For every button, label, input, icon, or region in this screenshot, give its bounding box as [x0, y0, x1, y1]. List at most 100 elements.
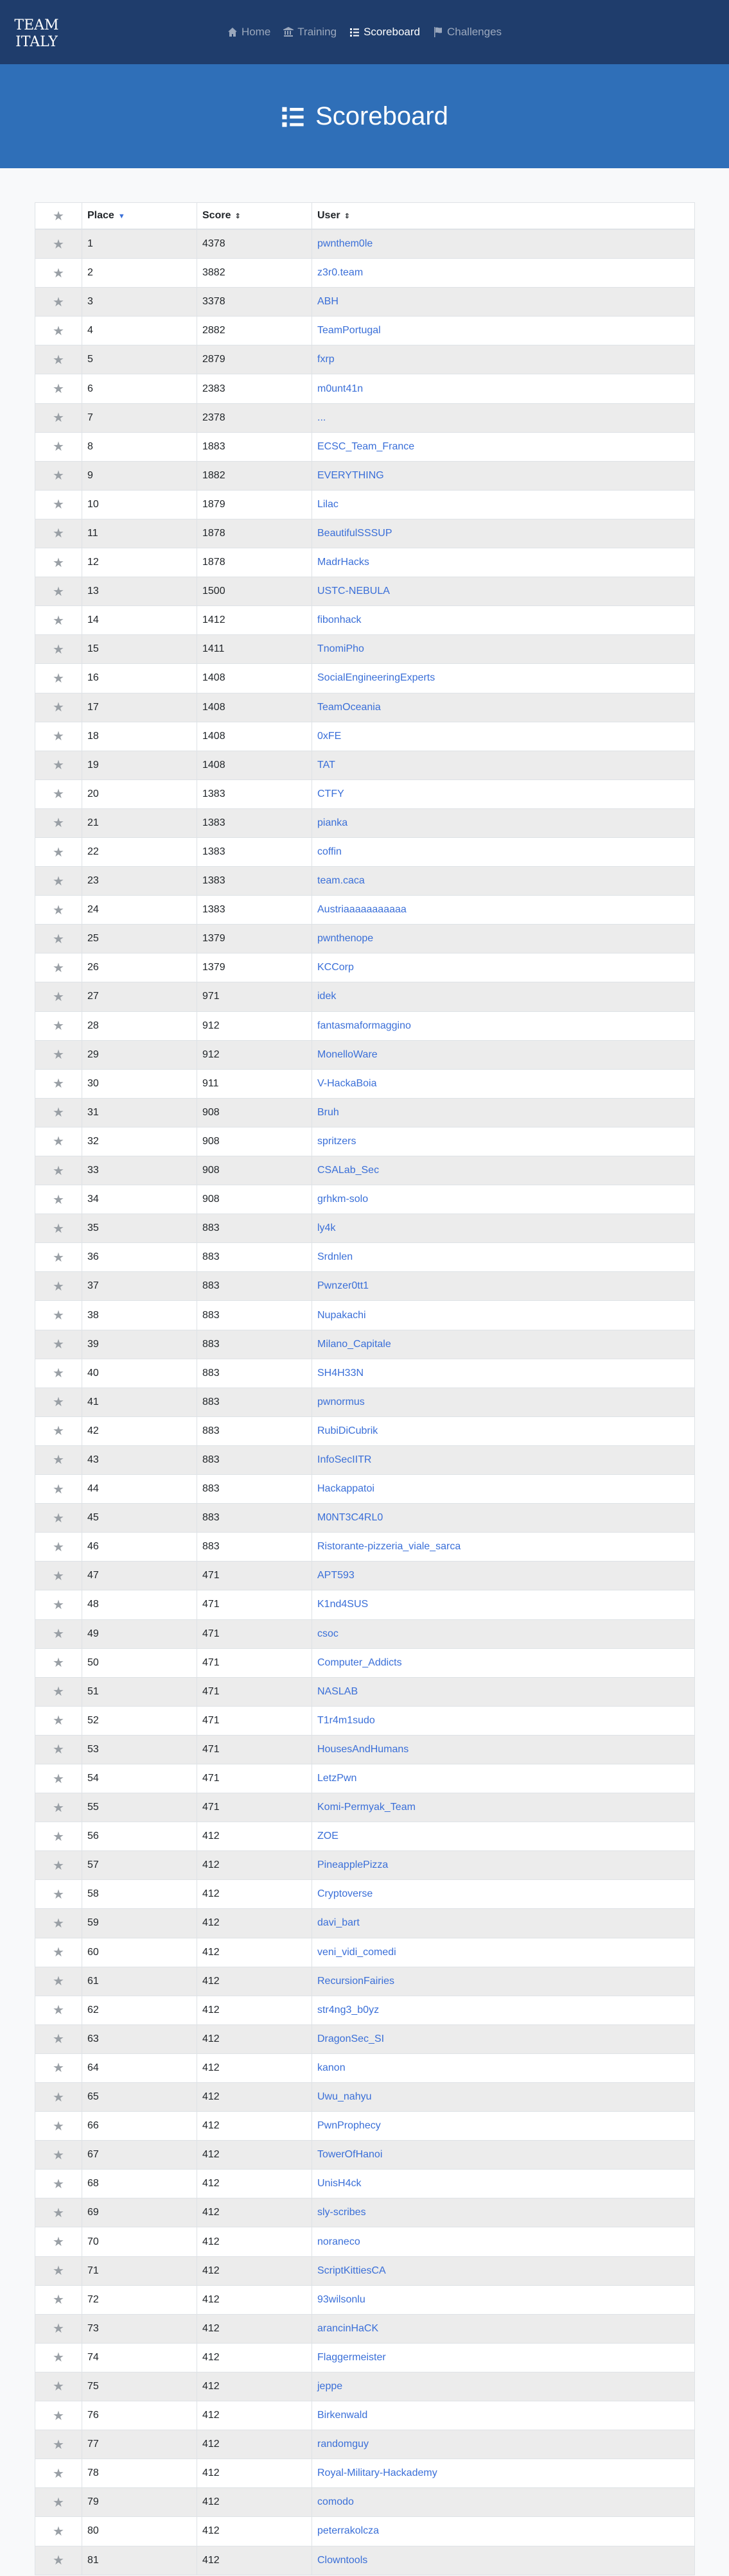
favorite-cell[interactable]: ★ — [35, 634, 82, 664]
star-icon[interactable]: ★ — [53, 2525, 64, 2539]
star-icon[interactable]: ★ — [53, 729, 64, 744]
star-icon[interactable]: ★ — [53, 1627, 64, 1641]
favorite-cell[interactable]: ★ — [35, 548, 82, 577]
star-icon[interactable]: ★ — [53, 2003, 64, 2017]
favorite-cell[interactable]: ★ — [35, 1011, 82, 1041]
star-icon[interactable]: ★ — [53, 932, 64, 946]
user-link[interactable]: grhkm-solo — [317, 1194, 368, 1205]
user-link[interactable]: coffin — [317, 846, 342, 857]
user-link[interactable]: 0xFE — [317, 731, 341, 742]
favorite-cell[interactable]: ★ — [35, 1271, 82, 1301]
star-icon[interactable]: ★ — [53, 1743, 64, 1757]
favorite-cell[interactable]: ★ — [35, 1648, 82, 1678]
team-italy-logo[interactable]: TEAM ITALY — [14, 10, 59, 54]
favorite-cell[interactable]: ★ — [35, 460, 82, 491]
user-link[interactable]: csoc — [317, 1628, 338, 1639]
star-icon[interactable]: ★ — [53, 1337, 64, 1352]
user-link[interactable]: Srdnlen — [317, 1251, 353, 1262]
user-link[interactable]: DragonSec_SI — [317, 2033, 384, 2044]
nav-challenges[interactable]: Challenges — [433, 26, 502, 39]
favorite-cell[interactable]: ★ — [35, 1445, 82, 1475]
user-link[interactable]: fantasmaformaggino — [317, 1020, 411, 1031]
star-icon[interactable]: ★ — [53, 1685, 64, 1699]
favorite-cell[interactable]: ★ — [35, 1155, 82, 1185]
user-link[interactable]: comodo — [317, 2496, 354, 2507]
user-link[interactable]: fibonhack — [317, 614, 362, 625]
favorite-cell[interactable]: ★ — [35, 2545, 82, 2575]
favorite-cell[interactable]: ★ — [35, 779, 82, 809]
star-icon[interactable]: ★ — [53, 295, 64, 309]
favorite-cell[interactable]: ★ — [35, 663, 82, 693]
favorite-cell[interactable]: ★ — [35, 518, 82, 548]
star-icon[interactable]: ★ — [53, 2148, 64, 2163]
favorite-cell[interactable]: ★ — [35, 2082, 82, 2112]
star-icon[interactable]: ★ — [53, 1511, 64, 1526]
star-icon[interactable]: ★ — [53, 990, 64, 1004]
star-icon[interactable]: ★ — [53, 440, 64, 454]
user-link[interactable]: Birkenwald — [317, 2410, 367, 2421]
favorite-cell[interactable]: ★ — [35, 316, 82, 345]
favorite-cell[interactable]: ★ — [35, 866, 82, 896]
nav-scoreboard[interactable]: Scoreboard — [349, 26, 420, 39]
user-column-header[interactable]: User ⇕ — [312, 203, 694, 230]
user-link[interactable]: M0NT3C4RL0 — [317, 1512, 383, 1523]
favorite-cell[interactable]: ★ — [35, 692, 82, 722]
user-link[interactable]: veni_vidi_comedi — [317, 1947, 396, 1958]
star-icon[interactable]: ★ — [53, 2264, 64, 2278]
user-link[interactable]: ABH — [317, 296, 338, 307]
star-icon[interactable]: ★ — [53, 1540, 64, 1554]
favorite-cell[interactable]: ★ — [35, 1879, 82, 1909]
favorite-cell[interactable]: ★ — [35, 2198, 82, 2227]
star-icon[interactable]: ★ — [53, 353, 64, 367]
favorite-cell[interactable]: ★ — [35, 1822, 82, 1851]
favorite-cell[interactable]: ★ — [35, 1966, 82, 1996]
user-link[interactable]: Clowntools — [317, 2555, 367, 2566]
favorite-cell[interactable]: ★ — [35, 721, 82, 751]
favorite-cell[interactable]: ★ — [35, 1763, 82, 1793]
star-icon[interactable]: ★ — [53, 2206, 64, 2220]
favorite-cell[interactable]: ★ — [35, 2516, 82, 2546]
favorite-cell[interactable]: ★ — [35, 431, 82, 462]
user-link[interactable]: team.caca — [317, 875, 365, 886]
user-link[interactable]: kanon — [317, 2062, 346, 2073]
user-link[interactable]: K1nd4SUS — [317, 1599, 368, 1610]
user-link[interactable]: NASLAB — [317, 1686, 358, 1697]
star-icon[interactable]: ★ — [53, 2554, 64, 2568]
star-icon[interactable]: ★ — [53, 1366, 64, 1380]
user-link[interactable]: str4ng3_b0yz — [317, 2005, 379, 2015]
star-icon[interactable]: ★ — [53, 2032, 64, 2046]
user-link[interactable]: TnomiPho — [317, 643, 364, 654]
user-link[interactable]: pwnthenope — [317, 933, 373, 944]
favorite-cell[interactable]: ★ — [35, 1068, 82, 1099]
star-icon[interactable]: ★ — [53, 1280, 64, 1294]
favorite-cell[interactable]: ★ — [35, 1097, 82, 1127]
user-link[interactable]: TeamPortugal — [317, 325, 381, 336]
star-icon[interactable]: ★ — [53, 1222, 64, 1236]
star-icon[interactable]: ★ — [53, 2351, 64, 2365]
favorite-cell[interactable]: ★ — [35, 2256, 82, 2286]
star-icon[interactable]: ★ — [53, 1164, 64, 1178]
favorite-cell[interactable]: ★ — [35, 2430, 82, 2459]
user-link[interactable]: Milano_Capitale — [317, 1339, 391, 1350]
star-icon[interactable]: ★ — [53, 1830, 64, 1844]
favorite-cell[interactable]: ★ — [35, 1214, 82, 1243]
star-icon[interactable]: ★ — [53, 1424, 64, 1438]
user-link[interactable]: arancinHaCK — [317, 2323, 378, 2334]
user-link[interactable]: KCCorp — [317, 962, 354, 973]
user-link[interactable]: Komi-Permyak_Team — [317, 1802, 416, 1813]
favorite-cell[interactable]: ★ — [35, 1416, 82, 1446]
nav-training[interactable]: Training — [283, 26, 337, 39]
star-icon[interactable]: ★ — [53, 498, 64, 512]
star-icon[interactable]: ★ — [53, 846, 64, 860]
favorite-cell[interactable]: ★ — [35, 287, 82, 317]
favorite-cell[interactable]: ★ — [35, 1300, 82, 1330]
star-icon[interactable]: ★ — [53, 672, 64, 686]
star-icon[interactable]: ★ — [53, 961, 64, 975]
nav-home[interactable]: Home — [227, 26, 270, 39]
user-link[interactable]: CTFY — [317, 788, 344, 799]
user-link[interactable]: ly4k — [317, 1223, 335, 1233]
favorite-cell[interactable]: ★ — [35, 2053, 82, 2083]
favorite-cell[interactable]: ★ — [35, 1532, 82, 1562]
star-icon[interactable]: ★ — [53, 1483, 64, 1497]
user-link[interactable]: jeppe — [317, 2381, 342, 2392]
